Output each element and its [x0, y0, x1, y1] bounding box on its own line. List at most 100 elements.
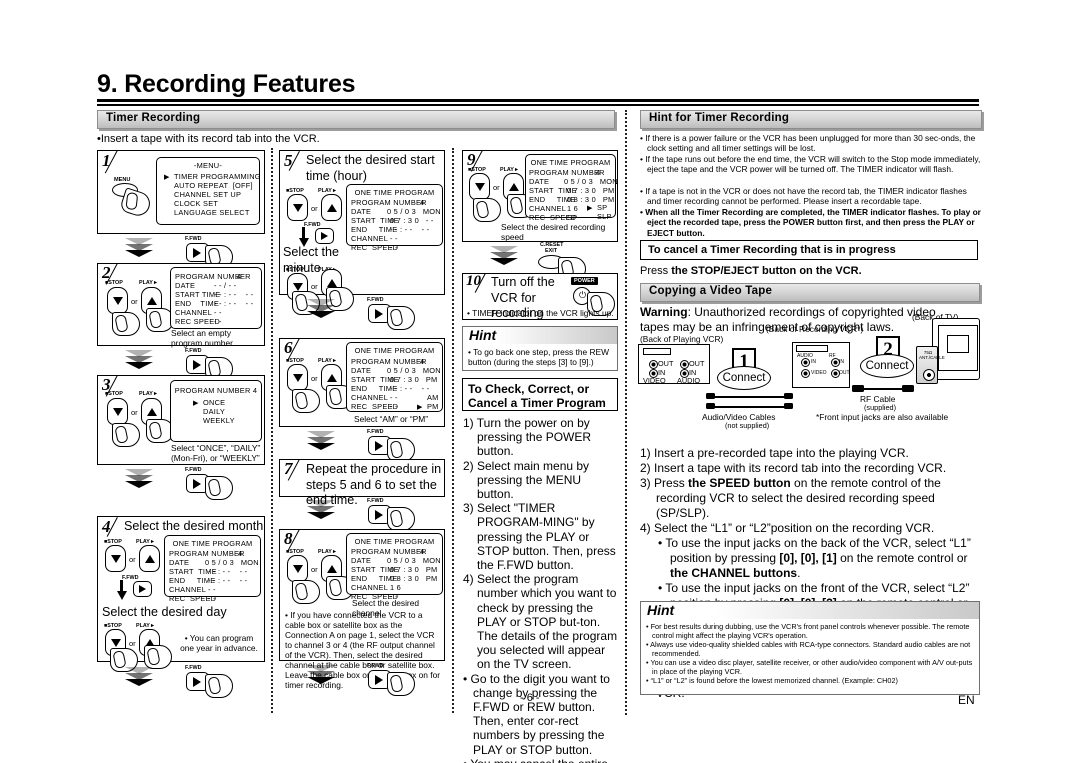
flow-arrow — [125, 350, 153, 376]
stop-button[interactable] — [107, 398, 128, 425]
or-label: or — [131, 297, 138, 306]
play-button[interactable] — [321, 194, 342, 221]
play-key-label: PLAY► — [136, 623, 156, 629]
step-2-osd: PROGRAM NUMBER 4 DATE - - / - - START TI… — [170, 267, 262, 329]
step-1-osd: -MENU- ▶ TIMER PROGRAMMING AUTO REPEAT [… — [156, 157, 261, 225]
hint-title: Hint — [647, 602, 675, 618]
hint-bullet-2: • If the tape runs out before the end ti… — [640, 154, 981, 174]
audio-out-jack — [680, 360, 689, 369]
ffwd-label: F.FWD — [367, 429, 384, 435]
hint-box-left: Hint • To go back one step, press the RE… — [462, 326, 618, 371]
rf-cable-sub: (supplied) — [864, 403, 897, 412]
section-header-hint-timer: Hint for Timer Recording — [640, 110, 982, 129]
section-header-timer-recording: Timer Recording — [97, 110, 615, 129]
ffwd-label: F.FWD — [304, 222, 321, 228]
check-box-title: To Check, Correct, or Cancel a Timer Pro… — [468, 382, 606, 410]
play-button[interactable] — [139, 545, 160, 572]
stop-key-label: ■STOP — [105, 391, 123, 397]
stop-button[interactable] — [469, 173, 490, 200]
copy-step: 3) Press the SPEED button on the remote … — [640, 476, 941, 520]
step-10-box: 10 Turn off the VCR for recording POWER … — [462, 273, 618, 320]
av-cable-1 — [708, 396, 790, 399]
ant-jack — [923, 369, 935, 381]
hint-bullet: • To go back one step, press the REW but… — [468, 347, 610, 367]
or-label: or — [131, 408, 138, 417]
slp-option: SLP — [597, 212, 612, 221]
copy-sub-bullet: • To use the input jacks on the back of … — [658, 536, 971, 580]
play-key-label: PLAY► — [500, 167, 520, 173]
stop-button[interactable] — [287, 194, 308, 221]
step-2-box: 2 ■STOP PLAY► or PROGRAM NUMBER 4 DATE -… — [97, 263, 265, 348]
flow-arrow — [307, 665, 335, 691]
column-divider-1 — [271, 148, 273, 713]
hint-box-right: Hint • For best results during dubbing, … — [640, 601, 980, 695]
cable-plug — [706, 393, 715, 399]
section-header-copying: Copying a Video Tape — [640, 283, 980, 302]
rf-cable — [858, 388, 908, 391]
down-arrow-head — [117, 591, 127, 600]
hand-icon — [387, 672, 415, 696]
language-code: EN — [958, 693, 975, 707]
step-5-title: Select the desired start time (hour) — [306, 153, 435, 183]
hand-icon — [205, 476, 233, 500]
selection-pointer-icon: ▶ — [417, 404, 423, 411]
ffwd-label: F.FWD — [367, 663, 384, 669]
ffwd-label: F.FWD — [122, 575, 139, 581]
connect-2-label: Connect — [860, 354, 914, 378]
step-1-box: 1 MENU -MENU- ▶ TIMER PROGRAMMING AUTO R… — [97, 150, 265, 234]
hand-icon — [387, 507, 415, 531]
hand-icon — [292, 389, 320, 413]
or-label: or — [311, 282, 318, 291]
play-key-label: PLAY► — [139, 280, 159, 286]
check-item: 2) Select main menu by pressing the MENU… — [463, 458, 590, 502]
sp-option: SP — [597, 203, 608, 212]
hand-icon — [112, 312, 140, 336]
step-10-note: • TIMER indicator on the VCR lights up. — [467, 308, 614, 318]
menu-pointer-icon: ▶ — [164, 174, 170, 181]
ffwd-button[interactable] — [315, 228, 334, 244]
copy-step: 1) Insert a pre-recorded tape into the p… — [640, 446, 909, 460]
av-cable-2 — [708, 406, 790, 409]
step-3-box: 3 ■STOP PLAY► or PROGRAM NUMBER 4 ▶ ONCE… — [97, 375, 265, 465]
connect-1-label: Connect — [717, 366, 771, 390]
hint2-bullet: • “L1” or “L2” is found before the lowes… — [646, 676, 898, 685]
stop-button[interactable] — [107, 287, 128, 314]
step-9-box: 9 ■STOP PLAY► or ONE TIME PROGRAM PROGRA… — [462, 150, 618, 242]
step-4-osd: ONE TIME PROGRAM PROGRAM NUMBER 4 DATE 0… — [164, 535, 261, 603]
flow-arrow — [125, 469, 153, 495]
power-icon: ⏻ — [579, 290, 587, 300]
ffwd-button[interactable] — [133, 581, 152, 597]
manual-page: 9. Recording Features Timer Recording •I… — [0, 0, 1080, 763]
step-7-box: 7 Repeat the procedure in steps 5 and 6 … — [279, 459, 445, 507]
stop-button[interactable] — [287, 364, 308, 391]
check-item: • You may cancel the entire pro-gram by … — [463, 757, 619, 763]
stop-button[interactable] — [105, 545, 126, 572]
cancel-instruction: Press the STOP/EJECT button on the VCR. — [640, 265, 862, 277]
cancel-timer-box: To cancel a Timer Recording that is in p… — [640, 240, 978, 260]
step-4-title: Select the desired month — [124, 519, 264, 533]
rf-plug — [852, 385, 864, 392]
hint-bullet-1: • If there is a power failure or the VCR… — [640, 133, 976, 153]
video-out-jack — [649, 360, 658, 369]
step-8-osd: ONE TIME PROGRAM PROGRAM NUMBER 4 DATE 0… — [346, 533, 443, 601]
hand-icon — [473, 198, 501, 222]
copy-step: 2) Insert a tape with its record tab int… — [640, 461, 947, 475]
step-4-subtitle: Select the desired day — [102, 605, 227, 619]
ffwd-label: F.FWD — [185, 467, 202, 473]
front-jacks-note: *Front input jacks are also available — [816, 412, 949, 422]
stop-button[interactable] — [287, 555, 308, 582]
step-3-caption: Select “ONCE”, “DAILY” (Mon-Fri), or “WE… — [171, 443, 261, 463]
step-6-caption: Select “AM” or “PM” — [354, 414, 428, 424]
av-cable-sub: (not supplied) — [725, 421, 770, 430]
hint-bullet-3: • If a tape is not in the VCR or does no… — [640, 186, 967, 206]
step-9-osd: ONE TIME PROGRAM PROGRAM NUMBER 4 DATE 0… — [525, 154, 618, 222]
ffwd-label: F.FWD — [185, 348, 202, 354]
hint-bar — [641, 602, 979, 619]
step-4-box: 4 Select the desired month ■STOP PLAY► o… — [97, 516, 265, 672]
step-6-box: 6 ■STOP PLAY► or ONE TIME PROGRAM PROGRA… — [279, 338, 445, 427]
recording-vcr-back: AUDIO RF IN IN VIDEO OUT — [792, 342, 850, 388]
rf-plug — [902, 385, 914, 392]
ffwd-label: F.FWD — [185, 665, 202, 671]
flow-arrow — [307, 431, 335, 457]
tv-back — [932, 318, 980, 380]
